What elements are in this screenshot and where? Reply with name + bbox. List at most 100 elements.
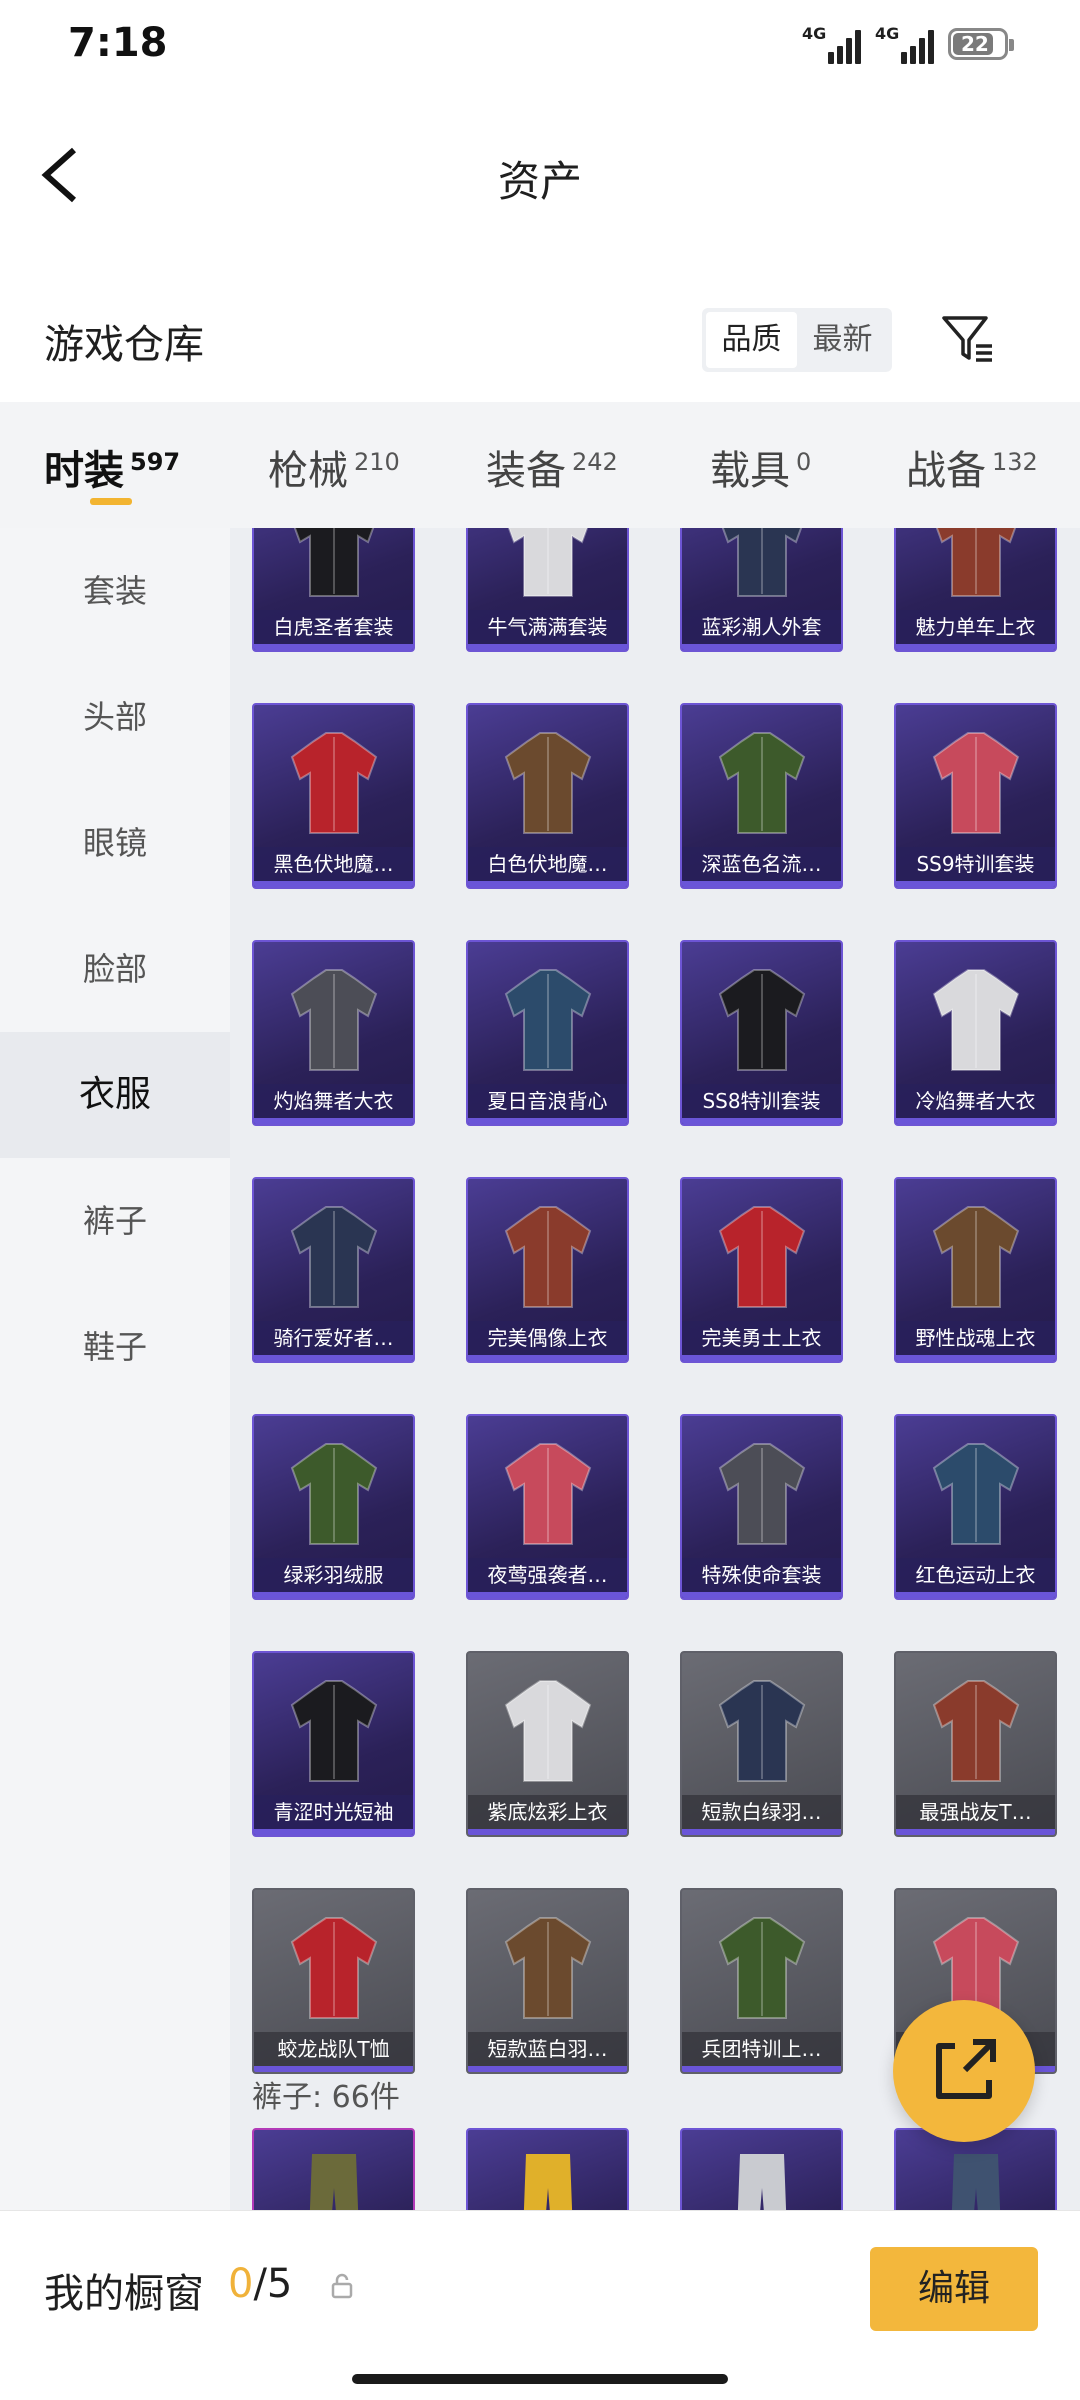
pants-item-card[interactable] — [252, 2128, 415, 2210]
item-name: 最强战友T… — [896, 1795, 1055, 1829]
category-tabs: 时装 597 枪械 210 装备 242 载具 0 战备 132 — [0, 402, 1080, 528]
rarity-stripe — [896, 1355, 1055, 1361]
clothing-thumbnail — [293, 528, 374, 597]
pants-thumbnail — [951, 2154, 1000, 2210]
rarity-stripe — [896, 1829, 1055, 1835]
item-card[interactable]: 兵团特训上… — [680, 1888, 843, 2074]
item-card[interactable]: 蛟龙战队T恤 — [252, 1888, 415, 2074]
rarity-stripe — [468, 2066, 627, 2072]
item-card[interactable]: 紫底炫彩上衣 — [466, 1651, 629, 1837]
item-card[interactable]: 蓝彩潮人外套 — [680, 528, 843, 652]
tab-fashion[interactable]: 时装 597 — [44, 438, 180, 496]
item-name: 红色运动上衣 — [896, 1558, 1055, 1592]
tab-equipment[interactable]: 装备 242 — [486, 438, 618, 496]
item-card[interactable]: 绿彩羽绒服 — [252, 1414, 415, 1600]
sort-quality-button[interactable]: 品质 — [706, 312, 797, 368]
pants-section-header: 裤子: 66件 — [252, 2080, 400, 2115]
clothing-thumbnail — [290, 732, 377, 834]
clothing-thumbnail — [718, 1206, 805, 1308]
sort-newest-button[interactable]: 最新 — [797, 312, 888, 368]
item-card[interactable]: 牛气满满套装 — [466, 528, 629, 652]
item-card[interactable]: 完美勇士上衣 — [680, 1177, 843, 1363]
item-card[interactable]: 最强战友T… — [894, 1651, 1057, 1837]
sidebar-item-face[interactable]: 脸部 — [0, 906, 230, 1032]
rarity-stripe — [896, 881, 1055, 887]
sidebar-item-clothes[interactable]: 衣服 — [0, 1032, 230, 1158]
edit-button[interactable]: 编辑 — [870, 2247, 1038, 2331]
item-card[interactable]: 特殊使命套装 — [680, 1414, 843, 1600]
rarity-stripe — [468, 1118, 627, 1124]
rarity-stripe — [682, 1829, 841, 1835]
item-card[interactable]: 白虎圣者套装 — [252, 528, 415, 652]
sidebar-item-shoes[interactable]: 鞋子 — [0, 1284, 230, 1410]
item-name: 青涩时光短袖 — [254, 1795, 413, 1829]
share-button[interactable] — [893, 2000, 1035, 2142]
rarity-stripe — [682, 2066, 841, 2072]
clothing-thumbnail — [932, 1443, 1019, 1545]
active-tab-indicator — [90, 498, 132, 505]
tab-label: 载具 — [710, 448, 790, 494]
clothing-thumbnail — [504, 1917, 591, 2019]
item-card[interactable]: SS8特训套装 — [680, 940, 843, 1126]
tab-vehicles[interactable]: 载具 0 — [710, 438, 811, 496]
rarity-stripe — [468, 1829, 627, 1835]
tab-weapons[interactable]: 枪械 210 — [268, 438, 400, 496]
item-name: 灼焰舞者大衣 — [254, 1084, 413, 1118]
item-name: 短款蓝白羽… — [468, 2032, 627, 2066]
item-card[interactable]: 骑行爱好者… — [252, 1177, 415, 1363]
external-link-icon — [936, 2039, 996, 2099]
item-name: 夏日音浪背心 — [468, 1084, 627, 1118]
item-name: 野性战魂上衣 — [896, 1321, 1055, 1355]
clothing-thumbnail — [290, 1443, 377, 1545]
rarity-stripe — [896, 1592, 1055, 1598]
item-card[interactable]: 夜莺强袭者… — [466, 1414, 629, 1600]
sidebar-item-pants[interactable]: 裤子 — [0, 1158, 230, 1284]
item-card[interactable]: 深蓝色名流… — [680, 703, 843, 889]
item-name: 蛟龙战队T恤 — [254, 2032, 413, 2066]
tab-supplies[interactable]: 战备 132 — [906, 438, 1038, 496]
item-name: 兵团特训上… — [682, 2032, 841, 2066]
item-card[interactable]: 灼焰舞者大衣 — [252, 940, 415, 1126]
clothing-thumbnail — [290, 1680, 377, 1782]
item-card[interactable]: 冷焰舞者大衣 — [894, 940, 1057, 1126]
item-name: 深蓝色名流… — [682, 847, 841, 881]
rarity-stripe — [254, 644, 413, 650]
tab-count: 0 — [796, 448, 812, 476]
item-name: 白色伏地魔… — [468, 847, 627, 881]
clothing-thumbnail — [721, 528, 802, 597]
item-card[interactable]: 夏日音浪背心 — [466, 940, 629, 1126]
item-name: 绿彩羽绒服 — [254, 1558, 413, 1592]
item-card[interactable]: SS9特训套装 — [894, 703, 1057, 889]
item-card[interactable]: 短款蓝白羽… — [466, 1888, 629, 2074]
rarity-stripe — [254, 1592, 413, 1598]
pants-item-card[interactable] — [466, 2128, 629, 2210]
item-card[interactable]: 魅力单车上衣 — [894, 528, 1057, 652]
pants-thumbnail — [523, 2154, 572, 2210]
pants-thumbnail — [309, 2154, 358, 2210]
showcase-bar: 我的橱窗 0/5 编辑 — [0, 2210, 1080, 2400]
clothing-thumbnail — [718, 969, 805, 1071]
item-name: 白虎圣者套装 — [254, 610, 413, 644]
sidebar-item-glasses[interactable]: 眼镜 — [0, 780, 230, 906]
item-name: 紫底炫彩上衣 — [468, 1795, 627, 1829]
item-card[interactable]: 红色运动上衣 — [894, 1414, 1057, 1600]
item-name: 完美勇士上衣 — [682, 1321, 841, 1355]
item-name: 短款白绿羽… — [682, 1795, 841, 1829]
sidebar-item-suits[interactable]: 套装 — [0, 528, 230, 654]
item-card[interactable]: 白色伏地魔… — [466, 703, 629, 889]
sort-toggle: 品质 最新 — [702, 308, 892, 372]
pants-item-card[interactable] — [680, 2128, 843, 2210]
section-title: 游戏仓库 — [44, 322, 204, 368]
item-card[interactable]: 完美偶像上衣 — [466, 1177, 629, 1363]
item-card[interactable]: 野性战魂上衣 — [894, 1177, 1057, 1363]
item-card[interactable]: 短款白绿羽… — [680, 1651, 843, 1837]
rarity-stripe — [896, 644, 1055, 650]
lock-icon — [331, 2273, 353, 2299]
item-card[interactable]: 黑色伏地魔… — [252, 703, 415, 889]
status-icons: 4G 4G 22 — [802, 24, 1014, 64]
item-card[interactable]: 青涩时光短袖 — [252, 1651, 415, 1837]
tab-count: 597 — [130, 448, 181, 476]
sidebar-item-head[interactable]: 头部 — [0, 654, 230, 780]
item-name: SS9特训套装 — [896, 847, 1055, 881]
filter-button[interactable] — [938, 308, 998, 368]
